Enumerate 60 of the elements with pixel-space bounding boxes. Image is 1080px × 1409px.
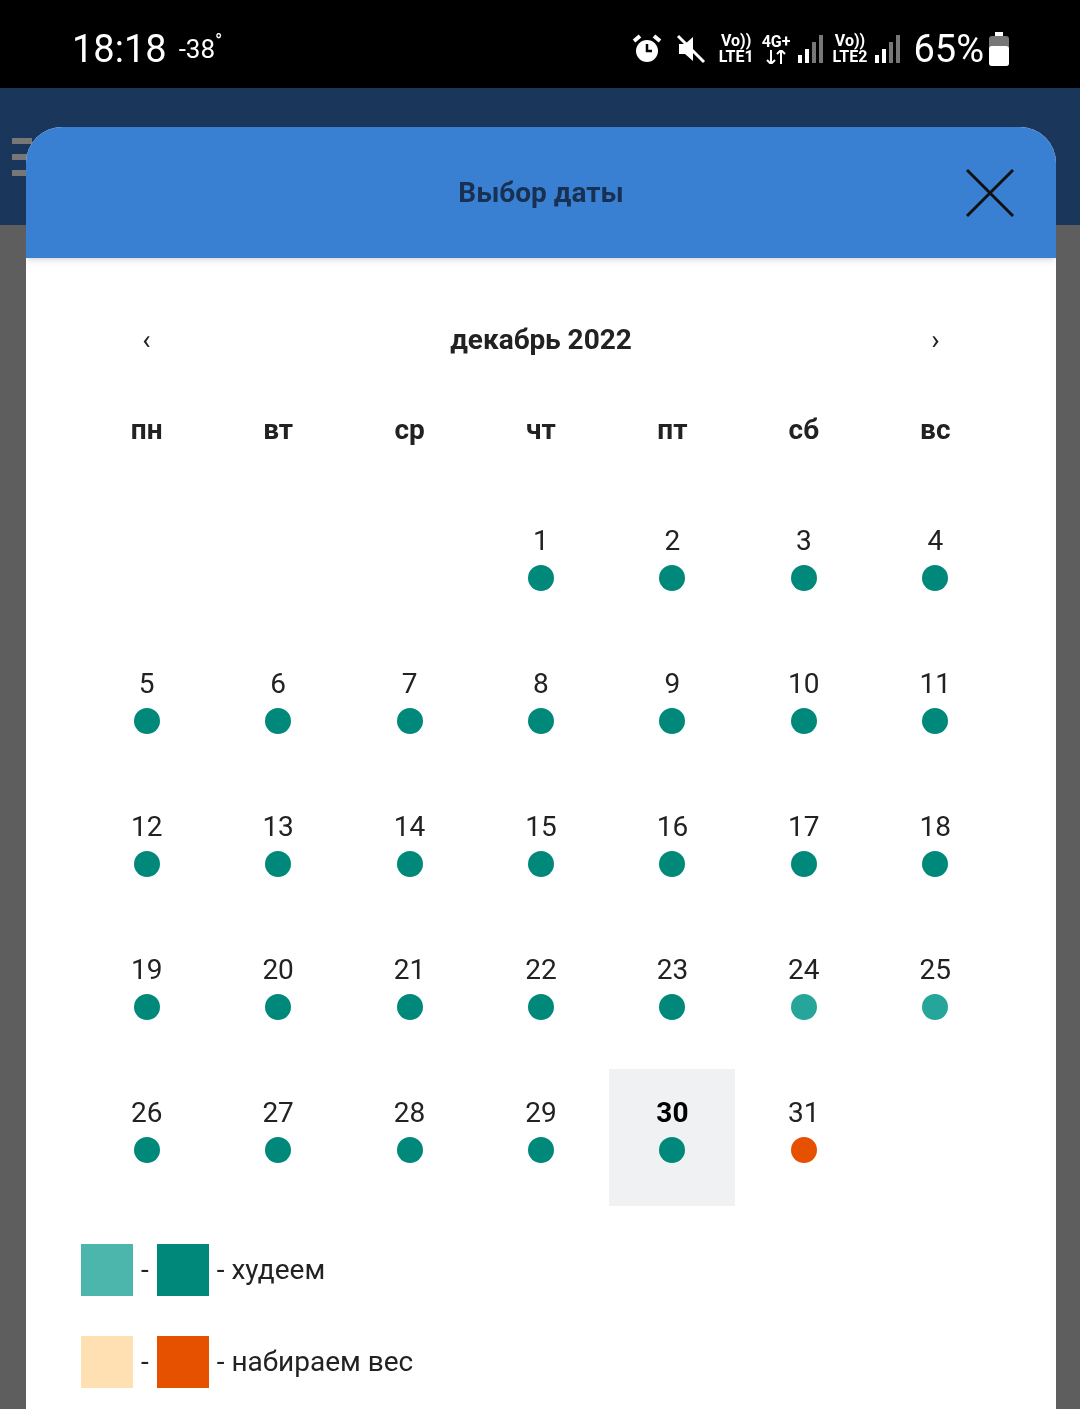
day-cell[interactable]: 29	[478, 1069, 604, 1206]
battery-percent: 65%	[913, 25, 984, 73]
legend-separator: -	[141, 1252, 149, 1288]
day-cell[interactable]: 15	[478, 783, 604, 920]
weekday-label: сб	[787, 412, 821, 448]
day-cell[interactable]: 26	[83, 1069, 210, 1206]
day-cell[interactable]: 28	[346, 1069, 473, 1206]
day-cell[interactable]: 11	[872, 640, 999, 777]
clock: 18:18	[72, 25, 167, 73]
day-cell[interactable]: 23	[609, 926, 736, 1063]
day-cell[interactable]: 27	[215, 1069, 342, 1206]
day-cell[interactable]: 14	[346, 783, 473, 920]
weekday-label: вс	[919, 412, 952, 448]
weekday-label: ср	[393, 412, 426, 448]
sim-indicator: Vo)) LTE1	[718, 33, 754, 65]
day-cell[interactable]: 21	[346, 926, 473, 1063]
mute-icon	[674, 33, 707, 65]
close-button[interactable]	[964, 167, 1016, 219]
day-cell[interactable]: 3	[740, 497, 867, 634]
legend-label: - худеем	[216, 1252, 326, 1288]
battery-icon	[988, 32, 1010, 66]
day-cell[interactable]: 25	[872, 926, 999, 1063]
day-cell[interactable]: 1	[478, 497, 604, 634]
day-cell[interactable]: 24	[740, 926, 867, 1063]
day-cell[interactable]: 6	[215, 640, 342, 777]
weekday-label: вт	[262, 412, 295, 448]
day-cell[interactable]: 31	[740, 1069, 867, 1206]
day-cell[interactable]: 2	[609, 497, 736, 634]
legend-separator: -	[141, 1344, 149, 1380]
sim-indicator: Vo)) LTE2	[832, 33, 868, 65]
day-cell[interactable]: 10	[740, 640, 867, 777]
data-arrows-icon	[765, 50, 788, 64]
day-cell[interactable]: 7	[346, 640, 473, 777]
day-cell[interactable]: 30	[609, 1069, 736, 1206]
day-cell[interactable]: 4	[872, 497, 999, 634]
day-cell[interactable]: 9	[609, 640, 736, 777]
day-cell[interactable]: 22	[478, 926, 604, 1063]
day-cell[interactable]: 13	[215, 783, 342, 920]
close-icon	[965, 168, 1015, 218]
month-title: декабрь 2022	[450, 322, 632, 358]
legend-label: - набираем вес	[216, 1344, 414, 1380]
dialog-title: Выбор даты	[458, 174, 624, 211]
weekday-label: пт	[656, 412, 689, 448]
day-cell[interactable]: 19	[83, 926, 210, 1063]
previous-month-button[interactable]: ‹	[81, 319, 212, 361]
day-cell[interactable]: 16	[609, 783, 736, 920]
weekday-label: чт	[525, 412, 557, 448]
alarm-icon	[630, 33, 663, 65]
signal-icon	[798, 35, 825, 63]
day-cell[interactable]: 17	[740, 783, 867, 920]
day-cell[interactable]: 18	[872, 783, 999, 920]
next-month-button[interactable]: ›	[870, 319, 1001, 361]
temperature: -38$^{°}$	[178, 29, 223, 66]
signal-icon	[875, 35, 902, 63]
day-cell[interactable]: 8	[478, 640, 604, 777]
network-type: 4G+	[761, 34, 791, 50]
day-cell[interactable]: 12	[83, 783, 210, 920]
day-cell[interactable]: 5	[83, 640, 210, 777]
weekday-label: пн	[129, 412, 164, 448]
day-cell[interactable]: 20	[215, 926, 342, 1063]
